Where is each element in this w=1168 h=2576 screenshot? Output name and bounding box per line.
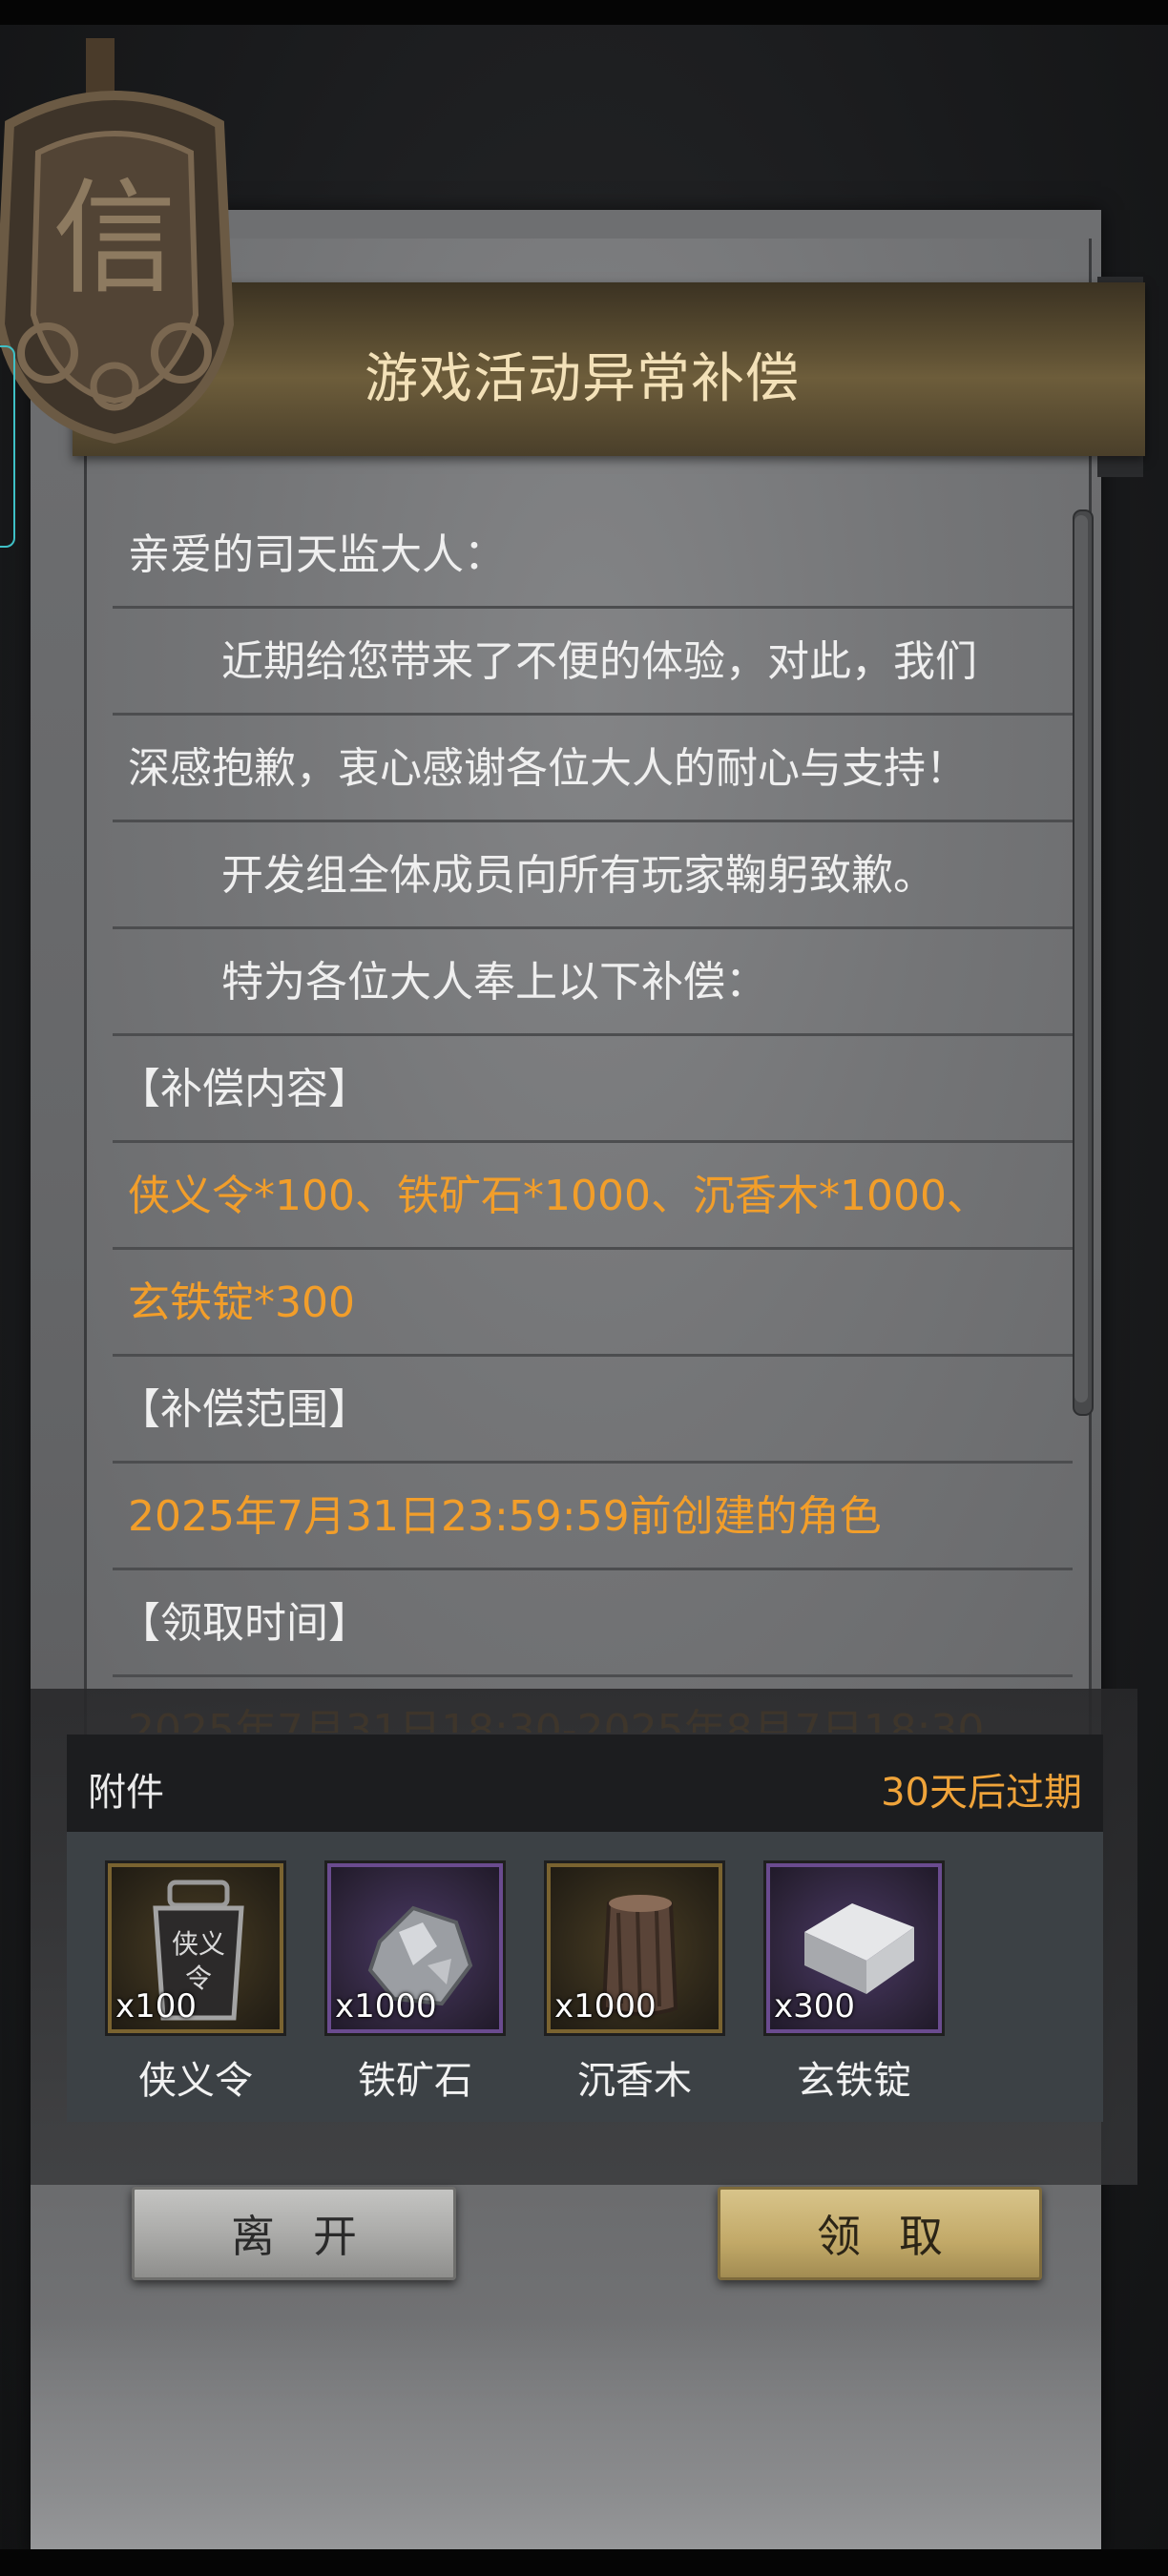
item-quantity: x1000: [554, 1987, 657, 2025]
scope-line: 2025年7月31日23:59:59前创建的角色: [113, 1464, 1073, 1570]
navigation-bar: [0, 2549, 1168, 2576]
section-heading-content: 【补偿内容】: [113, 1036, 1073, 1143]
scrollbar-thumb[interactable]: [1074, 515, 1088, 1402]
item-quantity: x1000: [335, 1987, 437, 2025]
item-name: 侠义令: [138, 2059, 253, 2103]
item-name: 铁矿石: [358, 2059, 472, 2103]
item-frame[interactable]: x300: [763, 1860, 945, 2036]
item-quantity: x100: [115, 1987, 198, 2025]
mail-title: 游戏活动异常补偿: [365, 348, 800, 410]
status-bar: [0, 0, 1168, 25]
svg-text:侠义: 侠义: [172, 1928, 225, 1960]
attachment-item[interactable]: x1000 铁矿石: [324, 1860, 506, 2105]
item-quantity: x300: [774, 1987, 856, 2025]
body-line: 开发组全体成员向所有玩家鞠躬致歉。: [113, 822, 1073, 929]
reward-list-line: 玄铁锭*300: [113, 1250, 1073, 1357]
greeting-line: 亲爱的司天监大人：: [113, 502, 1073, 609]
letter-seal-icon: 信: [0, 38, 258, 458]
body-line: 深感抱歉，衷心感谢各位大人的耐心与支持！: [113, 716, 1073, 822]
attachment-item[interactable]: x300 玄铁锭: [763, 1860, 945, 2105]
reward-list-line: 侠义令*100、铁矿石*1000、沉香木*1000、: [113, 1143, 1073, 1250]
item-frame[interactable]: x1000: [324, 1860, 506, 2036]
body-line: 近期给您带来了不便的体验，对此，我们: [113, 609, 1073, 716]
item-frame[interactable]: x1000: [544, 1860, 725, 2036]
section-heading-time: 【领取时间】: [113, 1570, 1073, 1677]
claim-button[interactable]: 领取: [718, 2187, 1042, 2280]
attachments-expiry: 30天后过期: [881, 1771, 1082, 1815]
attachments-label: 附件: [88, 1771, 164, 1815]
body-line: 特为各位大人奉上以下补偿：: [113, 929, 1073, 1036]
leave-button[interactable]: 离开: [132, 2187, 456, 2280]
footer-shade: [31, 2318, 1101, 2566]
section-heading-scope: 【补偿范围】: [113, 1357, 1073, 1464]
svg-text:信: 信: [52, 166, 177, 311]
attachment-item[interactable]: 侠义 令 x100 侠义令: [105, 1860, 286, 2105]
mail-content[interactable]: 亲爱的司天监大人： 近期给您带来了不便的体验，对此，我们 深感抱歉，衷心感谢各位…: [113, 502, 1073, 1733]
item-name: 沉香木: [577, 2059, 692, 2103]
item-name: 玄铁锭: [797, 2059, 911, 2103]
item-frame[interactable]: 侠义 令 x100: [105, 1860, 286, 2036]
side-tab-handle[interactable]: [0, 345, 15, 548]
attachment-item[interactable]: x1000 沉香木: [544, 1860, 725, 2105]
